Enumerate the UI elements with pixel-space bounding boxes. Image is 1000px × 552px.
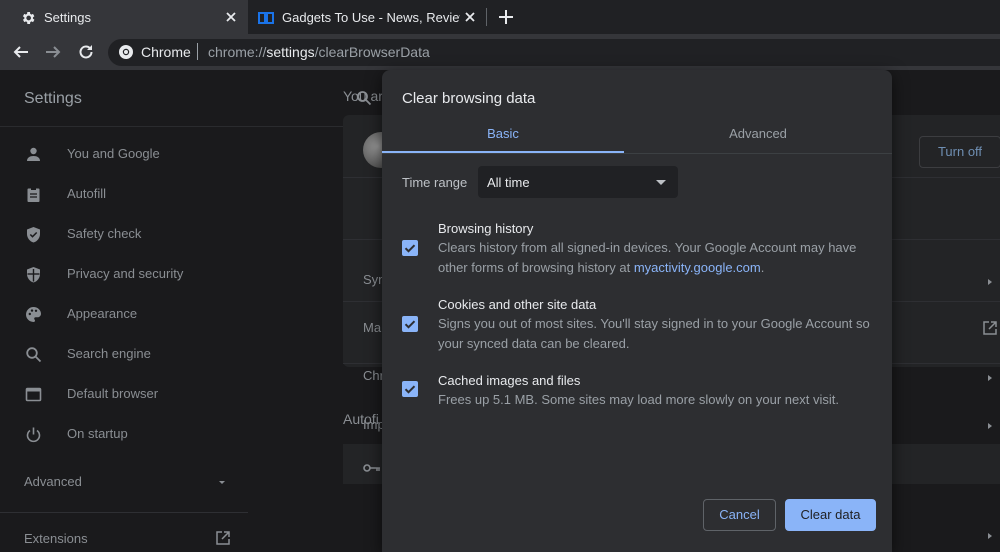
sidebar-item-label: Autofill (67, 186, 107, 201)
sidebar-advanced[interactable]: Advanced (24, 474, 82, 489)
checkmark-icon (404, 244, 416, 253)
power-icon (26, 427, 41, 443)
chevron-right-icon[interactable] (985, 276, 995, 288)
cookies-title: Cookies and other site data (438, 297, 597, 312)
sidebar-item-label: Safety check (67, 226, 142, 241)
row-label-manage[interactable]: Ma (363, 320, 381, 335)
sidebar-item-label: Search engine (67, 346, 151, 361)
sidebar-item-label: You and Google (67, 146, 160, 161)
reload-icon[interactable] (77, 43, 95, 61)
new-tab-icon[interactable] (497, 8, 515, 26)
time-range-label: Time range (402, 175, 468, 190)
sidebar-item-search-engine[interactable]: Search engine (0, 334, 248, 374)
checkmark-icon (404, 320, 416, 329)
sidebar-divider (0, 512, 248, 513)
shield-check-icon (27, 227, 40, 243)
tab-basic[interactable]: Basic (382, 117, 624, 154)
cancel-button[interactable]: Cancel (703, 499, 776, 531)
back-arrow-icon[interactable] (12, 43, 30, 61)
sidebar-item-autofill[interactable]: Autofill (0, 174, 248, 214)
cached-images-desc: Frees up 5.1 MB. Some sites may load mor… (438, 390, 878, 410)
clear-browsing-data-dialog: Clear browsing data Basic Advanced Time … (382, 70, 892, 552)
url-path: /clearBrowserData (314, 44, 430, 60)
clear-data-button[interactable]: Clear data (785, 499, 876, 531)
cached-images-title: Cached images and files (438, 373, 581, 388)
sidebar-item-safety-check[interactable]: Safety check (0, 214, 248, 254)
sidebar-item-appearance[interactable]: Appearance (0, 294, 248, 334)
tabs-divider (382, 153, 892, 154)
desc-line: . (760, 260, 765, 275)
sidebar-item-label: On startup (67, 426, 128, 441)
forward-arrow-icon[interactable] (44, 43, 62, 61)
search-icon (26, 347, 42, 363)
browsing-history-desc: Clears history from all signed-in device… (438, 238, 878, 278)
desc-line: Clears history from all signed-in device… (438, 240, 857, 255)
tab-title: Gadgets To Use - News, Reviews, Tip (282, 10, 460, 25)
palette-icon (26, 307, 41, 322)
autofill-heading: Autofi (343, 411, 379, 427)
sidebar-item-on-startup[interactable]: On startup (0, 414, 248, 454)
close-tab-icon[interactable] (462, 9, 478, 25)
cached-images-checkbox[interactable] (402, 381, 418, 397)
sidebar-item-label: Appearance (67, 306, 138, 321)
chevron-right-icon[interactable] (985, 530, 995, 542)
desc-line: other forms of browsing history at (438, 260, 634, 275)
browser-icon (25, 387, 42, 402)
url-scheme: chrome:// (208, 44, 267, 60)
site-label: Chrome (141, 44, 191, 60)
dropdown-caret-icon (656, 180, 666, 185)
gadgets-favicon (258, 12, 274, 24)
chevron-right-icon[interactable] (985, 420, 995, 432)
tab-settings[interactable]: Settings (0, 0, 248, 34)
open-in-new-icon[interactable] (982, 320, 998, 336)
open-in-new-icon[interactable] (215, 530, 231, 546)
sidebar-item-label: Default browser (67, 386, 159, 401)
tab-title: Settings (44, 10, 91, 25)
tab-strip: Settings Gadgets To Use - News, Reviews,… (0, 0, 1000, 34)
turn-off-button[interactable]: Turn off (919, 136, 1000, 168)
tab-separator (486, 8, 487, 26)
chevron-right-icon[interactable] (985, 372, 995, 384)
sidebar-extensions[interactable]: Extensions (24, 531, 88, 546)
tab-advanced[interactable]: Advanced (637, 117, 879, 154)
sidebar-item-label: Privacy and security (67, 266, 184, 281)
url-host: settings (266, 44, 315, 60)
chevron-down-icon[interactable] (216, 476, 228, 488)
browsing-history-title: Browsing history (438, 221, 534, 236)
myactivity-link[interactable]: myactivity.google.com (634, 260, 761, 275)
sidebar-item-privacy-and-security[interactable]: Privacy and security (0, 254, 248, 294)
url-text[interactable]: chrome://settings/clearBrowserData (208, 44, 430, 60)
key-icon (363, 464, 380, 472)
dialog-title: Clear browsing data (402, 90, 536, 107)
omnibox-divider (197, 43, 198, 60)
cookies-desc: Signs you out of most sites. You'll stay… (438, 314, 878, 354)
row-label-chrome-name[interactable]: Chr (363, 368, 384, 383)
sidebar-item-you-and-google[interactable]: You and Google (0, 134, 248, 174)
section-heading: You ar (343, 88, 383, 104)
desc-line: your synced data can be cleared. (438, 336, 630, 351)
dialog-tabs: Basic Advanced (382, 117, 892, 154)
browsing-history-checkbox[interactable] (402, 240, 418, 256)
sidebar-item-default-browser[interactable]: Default browser (0, 374, 248, 414)
desc-line: Signs you out of most sites. You'll stay… (438, 316, 870, 331)
close-tab-icon[interactable] (223, 9, 239, 25)
checkmark-icon (404, 385, 416, 394)
person-icon (27, 147, 40, 161)
tab-gadgets-to-use[interactable]: Gadgets To Use - News, Reviews, Tip (248, 0, 486, 34)
chrome-logo-icon (119, 45, 133, 59)
cookies-checkbox[interactable] (402, 316, 418, 332)
settings-title: Settings (24, 90, 82, 107)
clipboard-icon (27, 187, 40, 202)
desc-line: Frees up 5.1 MB. Some sites may load mor… (438, 392, 839, 407)
gear-icon (22, 12, 35, 24)
time-range-value: All time (487, 175, 530, 190)
time-range-select[interactable]: All time (478, 166, 678, 198)
shield-icon (27, 267, 40, 283)
